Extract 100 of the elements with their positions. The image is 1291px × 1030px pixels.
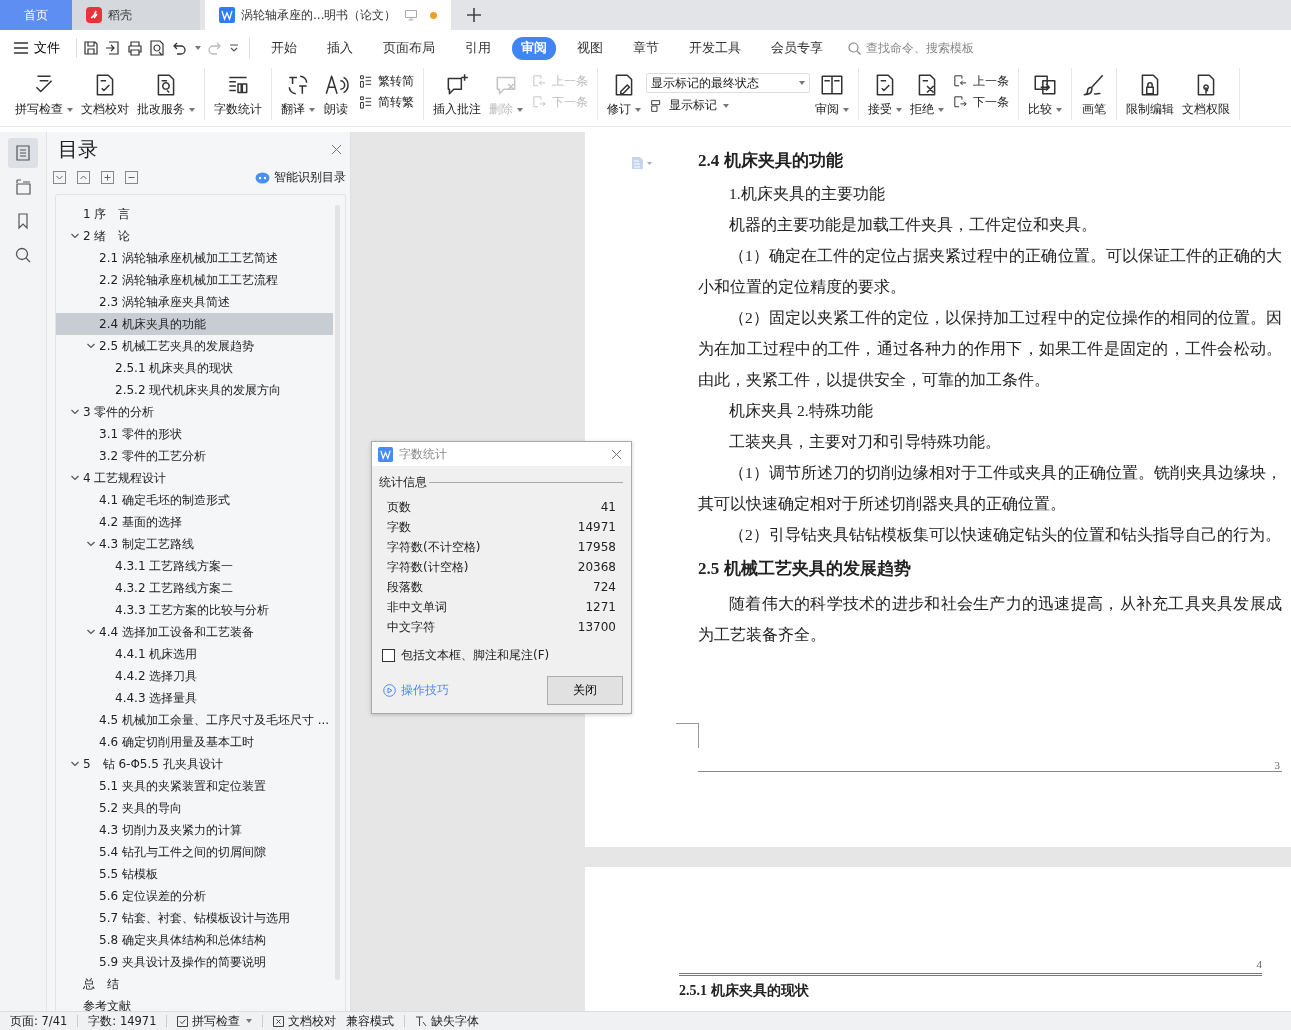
ribbon-button[interactable]: 审阅	[812, 70, 852, 120]
toc-item[interactable]: 3.2 零件的工艺分析	[56, 445, 333, 467]
ribbon-tab[interactable]: 视图	[568, 36, 612, 60]
ribbon-tab[interactable]: 会员专享	[762, 36, 832, 60]
ribbon-button[interactable]: 朗读	[320, 70, 352, 120]
ribbon-button[interactable]: 字数统计	[211, 70, 265, 120]
chevron-icon[interactable]	[70, 473, 80, 483]
undo-icon[interactable]	[171, 40, 187, 56]
close-icon[interactable]	[331, 144, 342, 155]
toc-item[interactable]: 4.5 机械加工余量、工序尺寸及毛坯尺寸 ...	[56, 709, 333, 731]
markup-dropdown[interactable]: 显示标记的最终状态	[646, 73, 810, 93]
toc-item[interactable]: 2.5.2 现代机床夹具的发展方向	[56, 379, 333, 401]
toc-item[interactable]: 5.8 确定夹具体结构和总体结构	[56, 929, 333, 951]
toc-item[interactable]: 5.9 夹具设计及操作的简要说明	[56, 951, 333, 973]
spellcheck-toggle[interactable]: 拼写检查	[177, 1013, 253, 1029]
ribbon-tab[interactable]: 开始	[262, 36, 306, 60]
toc-item[interactable]: 4.3 切削力及夹紧力的计算	[56, 819, 333, 841]
chevron-icon[interactable]	[70, 407, 80, 417]
ribbon-button[interactable]: 接受	[865, 70, 905, 120]
toc-item[interactable]: 2.3 涡轮轴承座夹具简述	[56, 291, 333, 313]
toc-item[interactable]: 4.1 确定毛坯的制造形式	[56, 489, 333, 511]
toc-item[interactable]: 3 零件的分析	[56, 401, 333, 423]
toc-item[interactable]: 4.3.3 工艺方案的比较与分析	[56, 599, 333, 621]
ribbon-tab[interactable]: 开发工具	[680, 36, 750, 60]
toc-item[interactable]: 总 结	[56, 973, 333, 995]
toc-item[interactable]: 5 钻 6-Φ5.5 孔夹具设计	[56, 753, 333, 775]
new-tab-icon[interactable]	[467, 8, 481, 22]
proofread-toggle[interactable]: 文档校对	[273, 1013, 337, 1029]
checkbox[interactable]	[382, 649, 395, 662]
toc-item[interactable]: 参考文献	[56, 995, 333, 1011]
print-preview-icon[interactable]	[149, 40, 165, 56]
toc-item[interactable]: 4.2 基面的选择	[56, 511, 333, 533]
toc-item[interactable]: 5.5 钻模板	[56, 863, 333, 885]
toc-item[interactable]: 2.5 机械工艺夹具的发展趋势	[56, 335, 333, 357]
toc-item[interactable]: 4.3.2 工艺路线方案二	[56, 577, 333, 599]
toc-item[interactable]: 2.4 机床夹具的功能	[56, 313, 333, 335]
toc-item[interactable]: 2.2 涡轮轴承座机械加工工艺流程	[56, 269, 333, 291]
ribbon-tab[interactable]: 引用	[456, 36, 500, 60]
chevron-icon[interactable]	[70, 231, 80, 241]
ribbon-button[interactable]: 拒绝	[907, 70, 947, 120]
toc-view-button[interactable]	[8, 138, 38, 168]
toc-item[interactable]: 4.3.1 工艺路线方案一	[56, 555, 333, 577]
ribbon-button[interactable]: 繁转简	[354, 73, 417, 90]
file-menu[interactable]: 文件	[14, 39, 60, 57]
ribbon-button[interactable]: 限制编辑	[1123, 70, 1177, 120]
expand-all-icon[interactable]	[53, 171, 66, 184]
ribbon-button[interactable]: 文档校对	[78, 70, 132, 120]
toc-item[interactable]: 5.1 夹具的夹紧装置和定位装置	[56, 775, 333, 797]
toc-item[interactable]: 5.6 定位误差的分析	[56, 885, 333, 907]
toc-item[interactable]: 4.3 制定工艺路线	[56, 533, 333, 555]
include-checkbox[interactable]: 包括文本框、脚注和尾注(F)	[379, 647, 623, 664]
chevron-icon[interactable]	[86, 341, 96, 351]
toc-item[interactable]: 4.6 确定切削用量及基本工时	[56, 731, 333, 753]
remove-icon[interactable]	[125, 171, 138, 184]
add-icon[interactable]	[101, 171, 114, 184]
toc-item[interactable]: 1 序 言	[56, 203, 333, 225]
ribbon-button[interactable]: 修订	[604, 70, 644, 120]
ribbon-tab[interactable]: 插入	[318, 36, 362, 60]
toc-item[interactable]: 4.4 选择加工设备和工艺装备	[56, 621, 333, 643]
smart-toc-button[interactable]: 智能识别目录	[255, 169, 346, 186]
ribbon-button[interactable]: 下一条	[949, 94, 1012, 111]
word-count-indicator[interactable]: 字数: 14971	[88, 1013, 157, 1029]
toc-item[interactable]: 2.1 涡轮轴承座机械加工工艺简述	[56, 247, 333, 269]
ribbon-button[interactable]: 上一条	[949, 73, 1012, 90]
toc-item[interactable]: 4.4.3 选择量具	[56, 687, 333, 709]
chevron-icon[interactable]	[86, 539, 96, 549]
ribbon-button[interactable]: 拼写检查	[12, 70, 76, 120]
print-icon[interactable]	[127, 40, 143, 56]
chevron-icon[interactable]	[86, 627, 96, 637]
save-icon[interactable]	[83, 40, 99, 56]
toc-item[interactable]: 5.4 钻孔与工件之间的切屑间隙	[56, 841, 333, 863]
ribbon-tab[interactable]: 章节	[624, 36, 668, 60]
close-icon[interactable]	[611, 448, 622, 460]
page-indicator[interactable]: 页面: 7/41	[10, 1013, 68, 1029]
ribbon-button[interactable]: 翻译	[278, 70, 318, 120]
toc-item[interactable]: 3.1 零件的形状	[56, 423, 333, 445]
window-tab[interactable]: 稻壳	[72, 0, 200, 30]
command-search-field[interactable]: 查找命令、搜索模板	[848, 40, 988, 56]
toc-item[interactable]: 5.2 夹具的导向	[56, 797, 333, 819]
chevron-icon[interactable]	[70, 759, 80, 769]
ribbon-button[interactable]: 文档权限	[1179, 70, 1233, 120]
toc-item[interactable]: 4.4.2 选择刀具	[56, 665, 333, 687]
close-button[interactable]: 关闭	[547, 676, 623, 705]
toc-item[interactable]: 4 工艺规程设计	[56, 467, 333, 489]
missing-fonts-button[interactable]: 缺失字体	[415, 1013, 480, 1029]
toc-item[interactable]: 5.7 钻套、衬套、钻模板设计与选用	[56, 907, 333, 929]
ribbon-button[interactable]: 插入批注	[430, 70, 484, 120]
ribbon-button[interactable]: 批改服务	[134, 70, 198, 120]
window-tab[interactable]: 涡轮轴承座的...明书（论文）	[205, 0, 451, 30]
export-icon[interactable]	[105, 40, 121, 56]
toc-item[interactable]: 2.5.1 机床夹具的现状	[56, 357, 333, 379]
toc-item[interactable]: 4.4.1 机床选用	[56, 643, 333, 665]
collapse-all-icon[interactable]	[77, 171, 90, 184]
ribbon-button[interactable]: 显示标记	[646, 97, 810, 114]
toc-item[interactable]: 2 绪 论	[56, 225, 333, 247]
ribbon-button[interactable]: 比较	[1025, 70, 1065, 120]
more-icon[interactable]	[229, 44, 239, 52]
ribbon-button[interactable]: 画笔	[1078, 70, 1110, 120]
ribbon-tab[interactable]: 页面布局	[374, 36, 444, 60]
ribbon-tab[interactable]: 审阅	[512, 36, 556, 60]
